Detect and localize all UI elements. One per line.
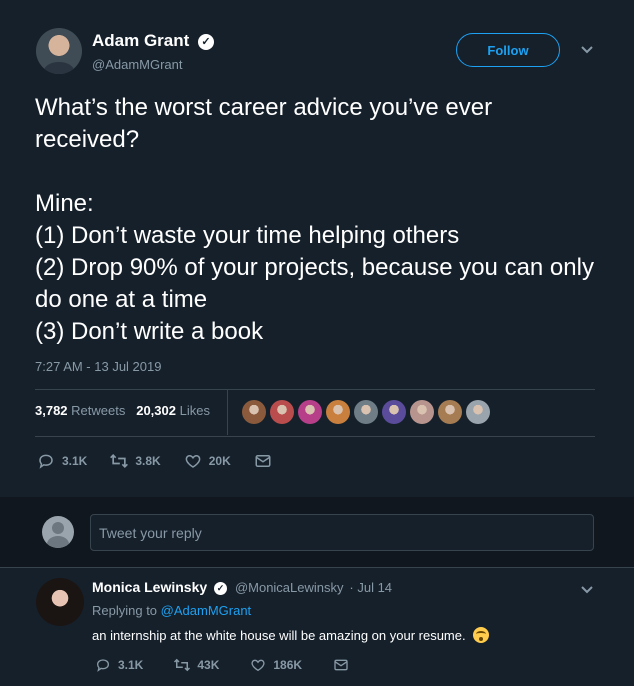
reply-icon (36, 451, 56, 471)
like-count: 20K (208, 454, 231, 468)
reply-text-row: an internship at the white house will be… (92, 627, 490, 643)
liker-avatar[interactable] (270, 400, 294, 424)
tweet-text: What’s the worst career advice you’ve ev… (35, 94, 594, 345)
liker-avatar[interactable] (466, 400, 490, 424)
chevron-down-icon[interactable] (580, 583, 594, 597)
liker-avatar[interactable] (410, 400, 434, 424)
retweet-icon (109, 451, 129, 471)
reply-reply-button[interactable]: 3.1K (94, 656, 143, 674)
author-name-row[interactable]: Adam Grant ✓ (92, 31, 215, 51)
replying-to-prefix: Replying to (92, 603, 158, 618)
reply-dm-button[interactable] (332, 656, 356, 674)
envelope-icon (332, 656, 350, 674)
reply-author-handle[interactable]: @MonicaLewinsky (235, 580, 344, 595)
tweet-page: Adam Grant ✓ @AdamMGrant Follow What’s t… (0, 0, 634, 686)
current-user-avatar (42, 516, 74, 548)
reply-reply-count: 3.1K (118, 658, 144, 672)
verified-badge-icon: ✓ (198, 33, 215, 50)
liker-avatar[interactable] (326, 400, 350, 424)
tweet-actions: 3.1K 3.8K 20K (36, 451, 301, 471)
liker-avatar[interactable] (354, 400, 378, 424)
divider (35, 389, 595, 390)
reply-button[interactable]: 3.1K (36, 451, 87, 471)
author-handle[interactable]: @AdamMGrant (92, 57, 183, 72)
liker-avatar[interactable] (438, 400, 462, 424)
chevron-down-icon[interactable] (579, 42, 595, 58)
retweets-stat[interactable]: 3,782 Retweets (35, 403, 125, 418)
reply-date[interactable]: · Jul 14 (349, 580, 392, 595)
reply-like-count: 186K (273, 658, 303, 672)
divider (35, 436, 595, 437)
reply-retweet-button[interactable]: 43K (173, 656, 219, 674)
reply-actions: 3.1K 43K 186K (94, 656, 386, 674)
author-name[interactable]: Adam Grant (92, 31, 189, 50)
heart-icon (249, 656, 267, 674)
reply-header: Monica Lewinsky ✓ @MonicaLewinsky · Jul … (92, 579, 392, 595)
heart-icon (183, 451, 203, 471)
divider (0, 567, 634, 568)
verified-badge-icon: ✓ (214, 582, 228, 595)
retweet-icon (173, 656, 191, 674)
reply-count: 3.1K (62, 454, 88, 468)
envelope-icon (253, 451, 273, 471)
replying-to-line: Replying to @AdamMGrant (92, 603, 251, 618)
likes-stat[interactable]: 20,302 Likes (136, 403, 210, 418)
reply-input-placeholder: Tweet your reply (99, 524, 202, 541)
dm-button[interactable] (253, 451, 279, 471)
follow-button[interactable]: Follow (456, 33, 560, 67)
reply-retweet-count: 43K (197, 658, 220, 672)
replying-to-link[interactable]: @AdamMGrant (161, 603, 252, 618)
reply-text: an internship at the white house will be… (92, 628, 466, 643)
retweet-count: 3.8K (135, 454, 161, 468)
reply-input[interactable]: Tweet your reply (90, 514, 594, 551)
liker-avatar[interactable] (242, 400, 266, 424)
liker-avatar[interactable] (298, 400, 322, 424)
liker-avatar[interactable] (382, 400, 406, 424)
reply-author-name[interactable]: Monica Lewinsky (92, 579, 207, 595)
engagement-stats: 3,782 Retweets 20,302 Likes (35, 403, 210, 418)
retweet-button[interactable]: 3.8K (109, 451, 161, 471)
reply-author-avatar[interactable] (36, 578, 84, 626)
liker-avatars (242, 400, 494, 424)
author-avatar[interactable] (36, 28, 82, 74)
reply-icon (94, 656, 112, 674)
like-button[interactable]: 20K (183, 451, 231, 471)
stats-divider (227, 389, 228, 435)
flushed-face-icon (473, 627, 490, 643)
tweet-timestamp[interactable]: 7:27 AM - 13 Jul 2019 (35, 359, 161, 374)
reply-like-button[interactable]: 186K (249, 656, 302, 674)
